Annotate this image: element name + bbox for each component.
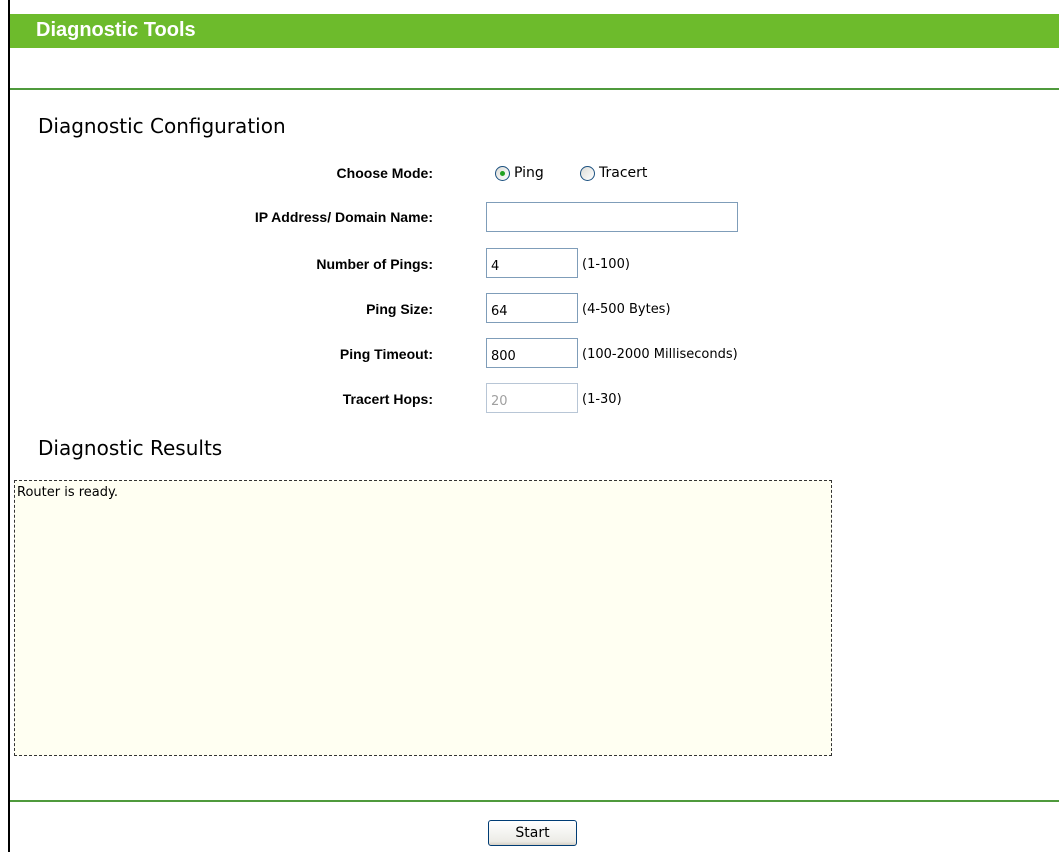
num-pings-label: Number of Pings: <box>316 256 433 272</box>
page-title: Diagnostic Tools <box>36 19 196 41</box>
ping-timeout-label: Ping Timeout: <box>339 346 433 362</box>
ping-size-label: Ping Size: <box>366 301 433 317</box>
title-bar: Diagnostic Tools <box>10 14 1059 48</box>
results-box: Router is ready. <box>14 480 832 756</box>
tracert-hops-hint: (1-30) <box>582 392 622 407</box>
ping-timeout-hint: (100-2000 Milliseconds) <box>582 347 738 362</box>
tracert-hops-label: Tracert Hops: <box>342 391 433 407</box>
choose-mode-label: Choose Mode: <box>336 165 433 181</box>
config-heading: Diagnostic Configuration <box>38 114 286 138</box>
num-pings-input[interactable] <box>486 248 578 278</box>
results-text: Router is ready. <box>17 485 118 500</box>
ping-size-input[interactable] <box>486 293 578 323</box>
ping-timeout-input[interactable] <box>486 338 578 368</box>
num-pings-hint: (1-100) <box>582 257 630 272</box>
bottom-divider <box>10 800 1059 802</box>
radio-tracert-label: Tracert <box>599 165 648 181</box>
ip-address-label: IP Address/ Domain Name: <box>254 209 433 225</box>
results-heading: Diagnostic Results <box>38 436 223 460</box>
frame-border <box>8 0 10 852</box>
ip-address-input[interactable] <box>486 202 738 232</box>
radio-unchecked-icon <box>580 165 595 181</box>
radio-ping-label: Ping <box>514 165 544 181</box>
start-button[interactable]: Start <box>488 820 577 846</box>
tracert-hops-input <box>486 383 578 413</box>
radio-ping[interactable]: Ping <box>495 163 544 183</box>
radio-checked-icon <box>495 165 510 181</box>
radio-tracert[interactable]: Tracert <box>580 163 647 183</box>
ping-size-hint: (4-500 Bytes) <box>582 302 671 317</box>
top-divider <box>10 88 1059 90</box>
